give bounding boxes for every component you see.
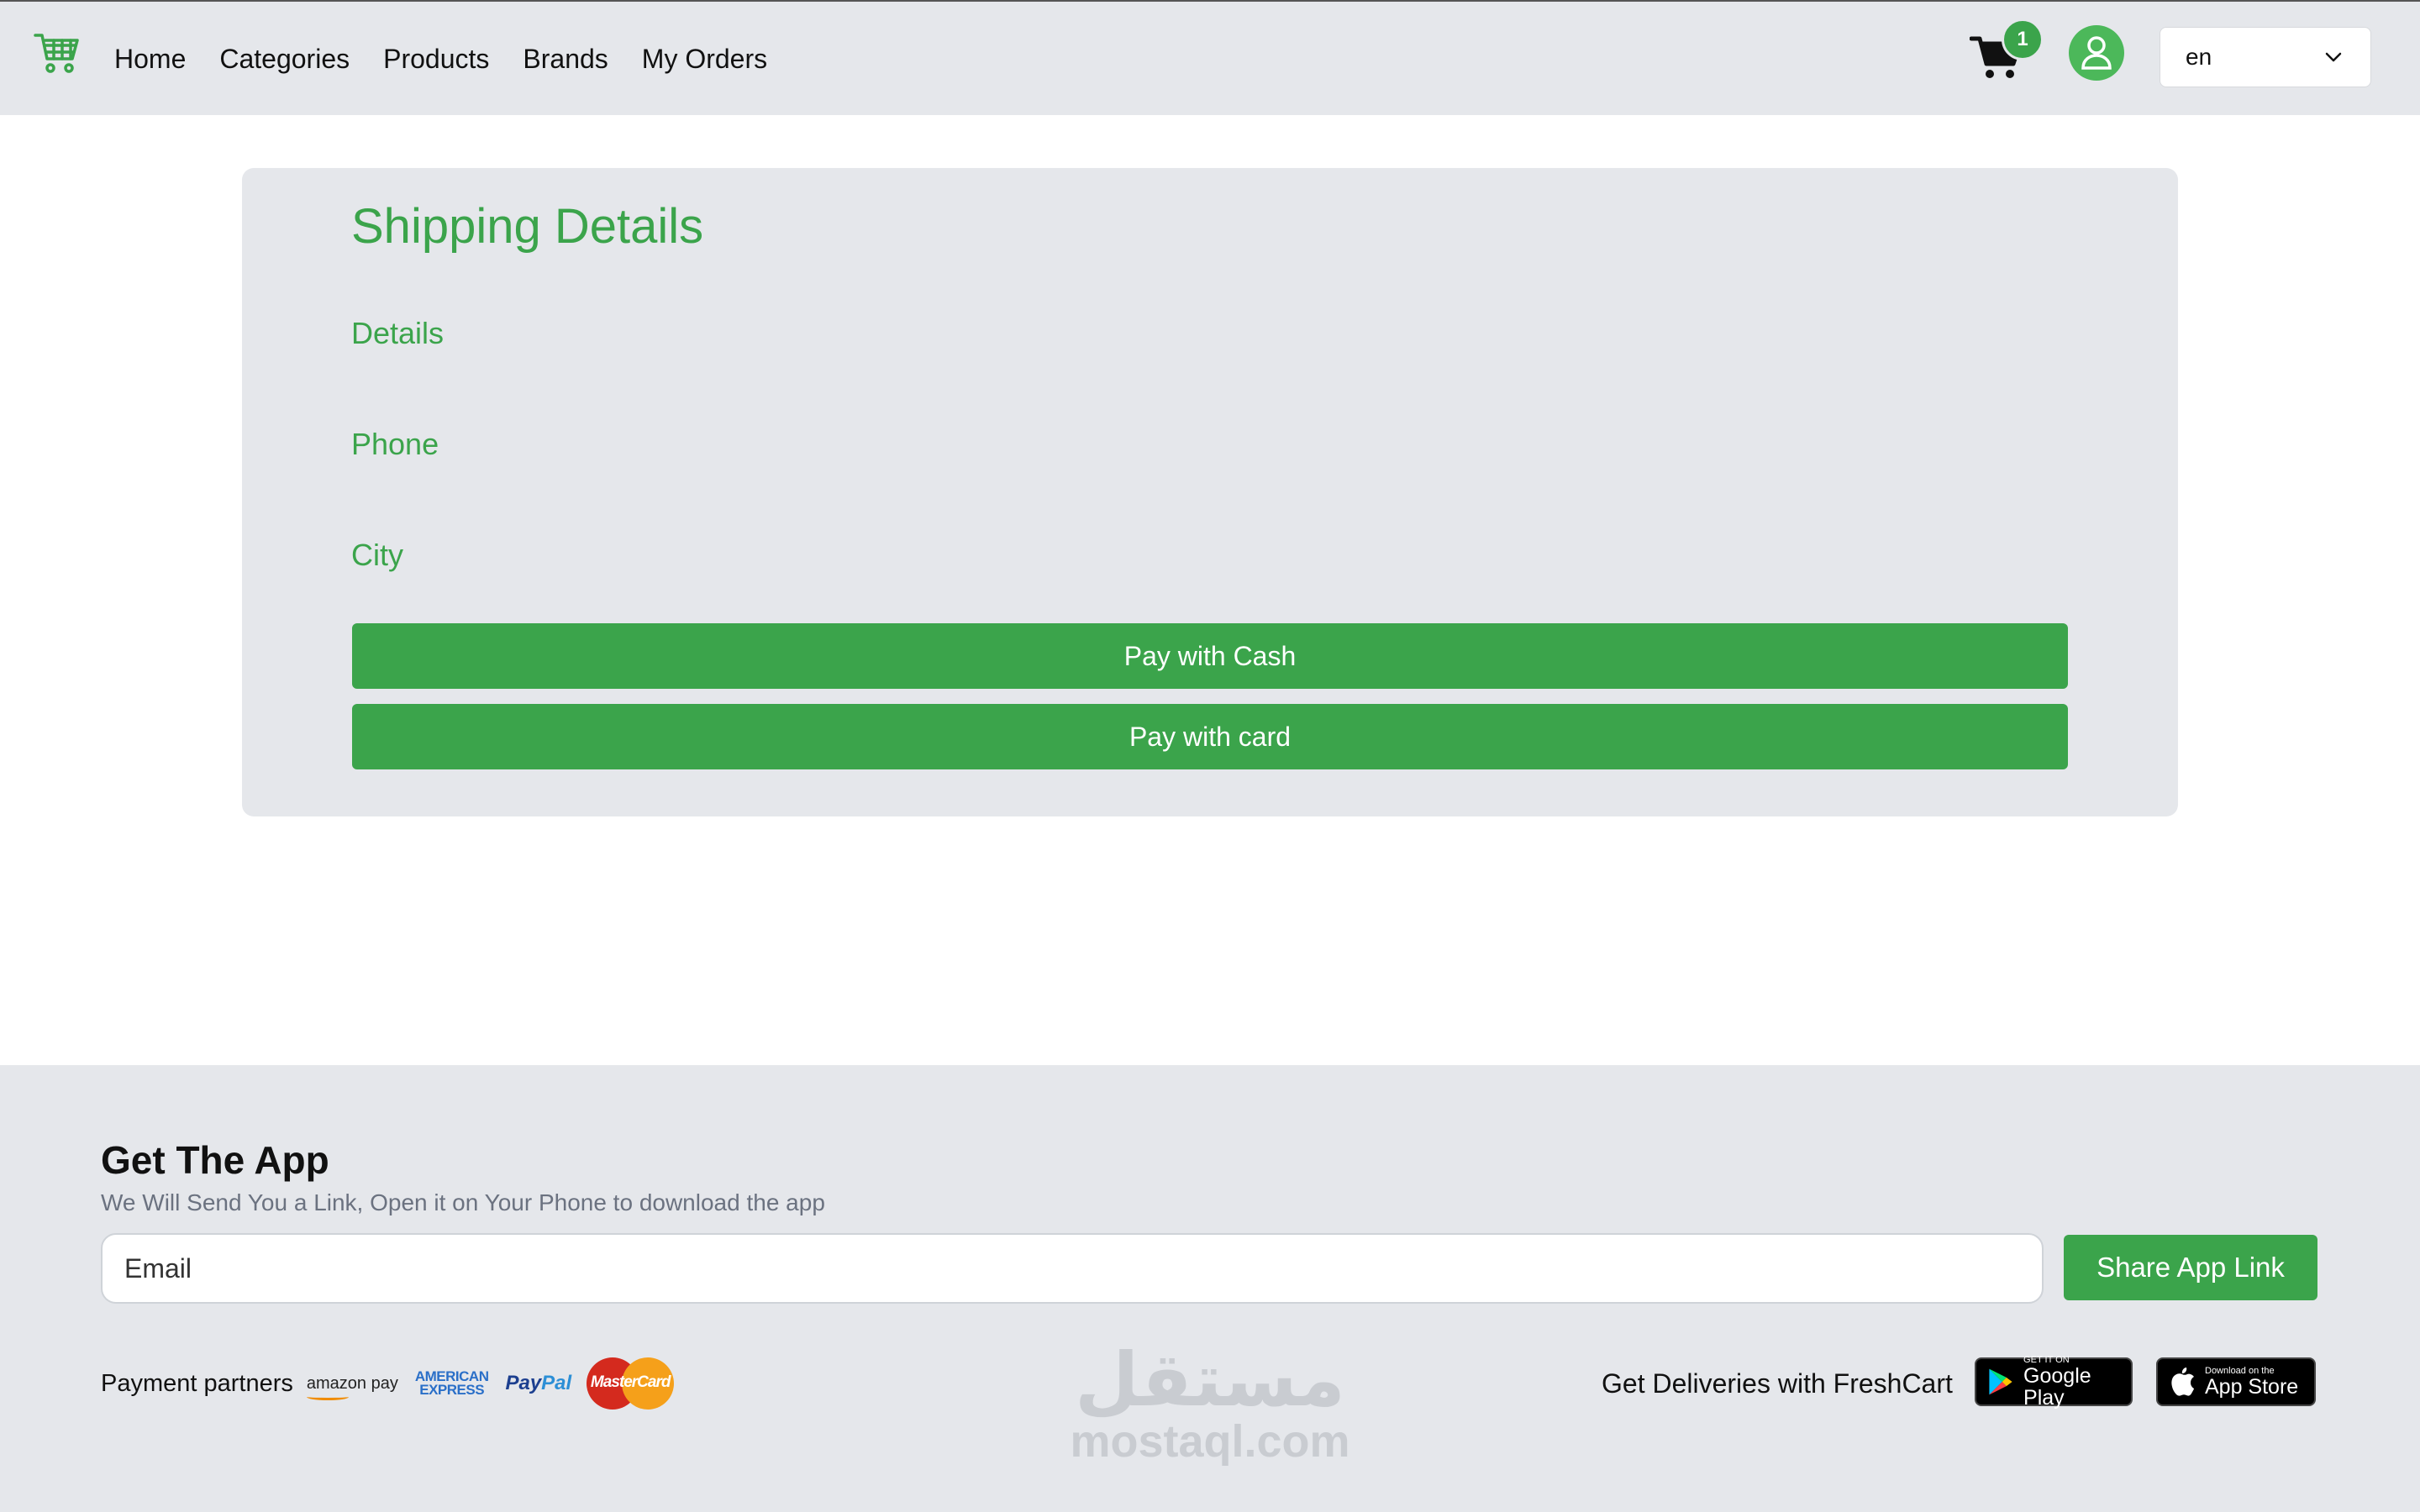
watermark-english: mostaql.com (1070, 1416, 1350, 1467)
mastercard-logo: MasterCard (587, 1357, 675, 1410)
deliveries-label: Get Deliveries with FreshCart (1602, 1368, 1953, 1399)
chevron-down-icon (2325, 52, 2342, 62)
city-field-label: City (351, 538, 403, 572)
paypal-logo: PayPal (505, 1372, 571, 1395)
google-play-big-text: Google Play (2023, 1364, 2091, 1410)
mastercard-logo-text: MasterCard (590, 1373, 671, 1391)
watermark-arabic: مستقل (1075, 1336, 1345, 1423)
footer-subtitle: We Will Send You a Link, Open it on Your… (101, 1189, 825, 1215)
google-play-badge[interactable]: GET IT ON Google Play (1975, 1355, 2133, 1410)
language-value: en (2186, 44, 2212, 70)
nav-link-home[interactable]: Home (114, 40, 186, 77)
pay-with-card-button[interactable]: Pay with card (352, 704, 2068, 769)
email-input[interactable] (101, 1233, 2044, 1304)
phone-field-label: Phone (351, 427, 439, 461)
shipping-details-card: Shipping Details Details Phone City Pay … (242, 168, 2178, 816)
cart-count-badge: 1 (2002, 18, 2044, 60)
page-title: Shipping Details (351, 199, 704, 254)
paypal-logo-pal: Pal (541, 1372, 572, 1394)
details-field-label: Details (351, 316, 445, 350)
apple-icon (2171, 1368, 2194, 1396)
amex-line-2: EXPRESS (419, 1382, 485, 1398)
share-app-link-button[interactable]: Share App Link (2064, 1235, 2317, 1300)
nav-links: Home Categories Products Brands My Order… (114, 40, 767, 77)
nav-link-my-orders[interactable]: My Orders (642, 40, 767, 77)
amazon-pay-logo: amazon pay (306, 1373, 398, 1400)
google-play-icon (1989, 1368, 2012, 1395)
payment-partners: Payment partners amazon pay AMERICAN EXP… (101, 1354, 675, 1413)
nav-link-categories[interactable]: Categories (219, 40, 350, 77)
app-store-badge[interactable]: Download on the App Store (2156, 1357, 2316, 1406)
navbar: Home Categories Products Brands My Order… (0, 0, 2420, 115)
american-express-logo: AMERICAN EXPRESS (415, 1369, 489, 1398)
footer: Get The App We Will Send You a Link, Ope… (0, 1065, 2420, 1512)
footer-title: Get The App (101, 1138, 329, 1182)
language-select[interactable]: en (2160, 27, 2371, 87)
nav-link-brands[interactable]: Brands (523, 40, 608, 77)
user-profile-icon[interactable] (2069, 25, 2124, 81)
nav-link-products[interactable]: Products (383, 40, 489, 77)
paypal-logo-pay: Pay (505, 1372, 542, 1394)
app-store-big-text: App Store (2205, 1375, 2299, 1399)
cart-logo-icon[interactable] (34, 32, 81, 76)
payment-partners-label: Payment partners (101, 1369, 293, 1397)
pay-with-cash-button[interactable]: Pay with Cash (352, 623, 2068, 689)
amazon-smile-mark (306, 1394, 349, 1400)
amazon-pay-logo-text: amazon pay (306, 1373, 398, 1393)
mostaql-watermark: مستقل mostaql.com (1060, 1336, 1360, 1467)
